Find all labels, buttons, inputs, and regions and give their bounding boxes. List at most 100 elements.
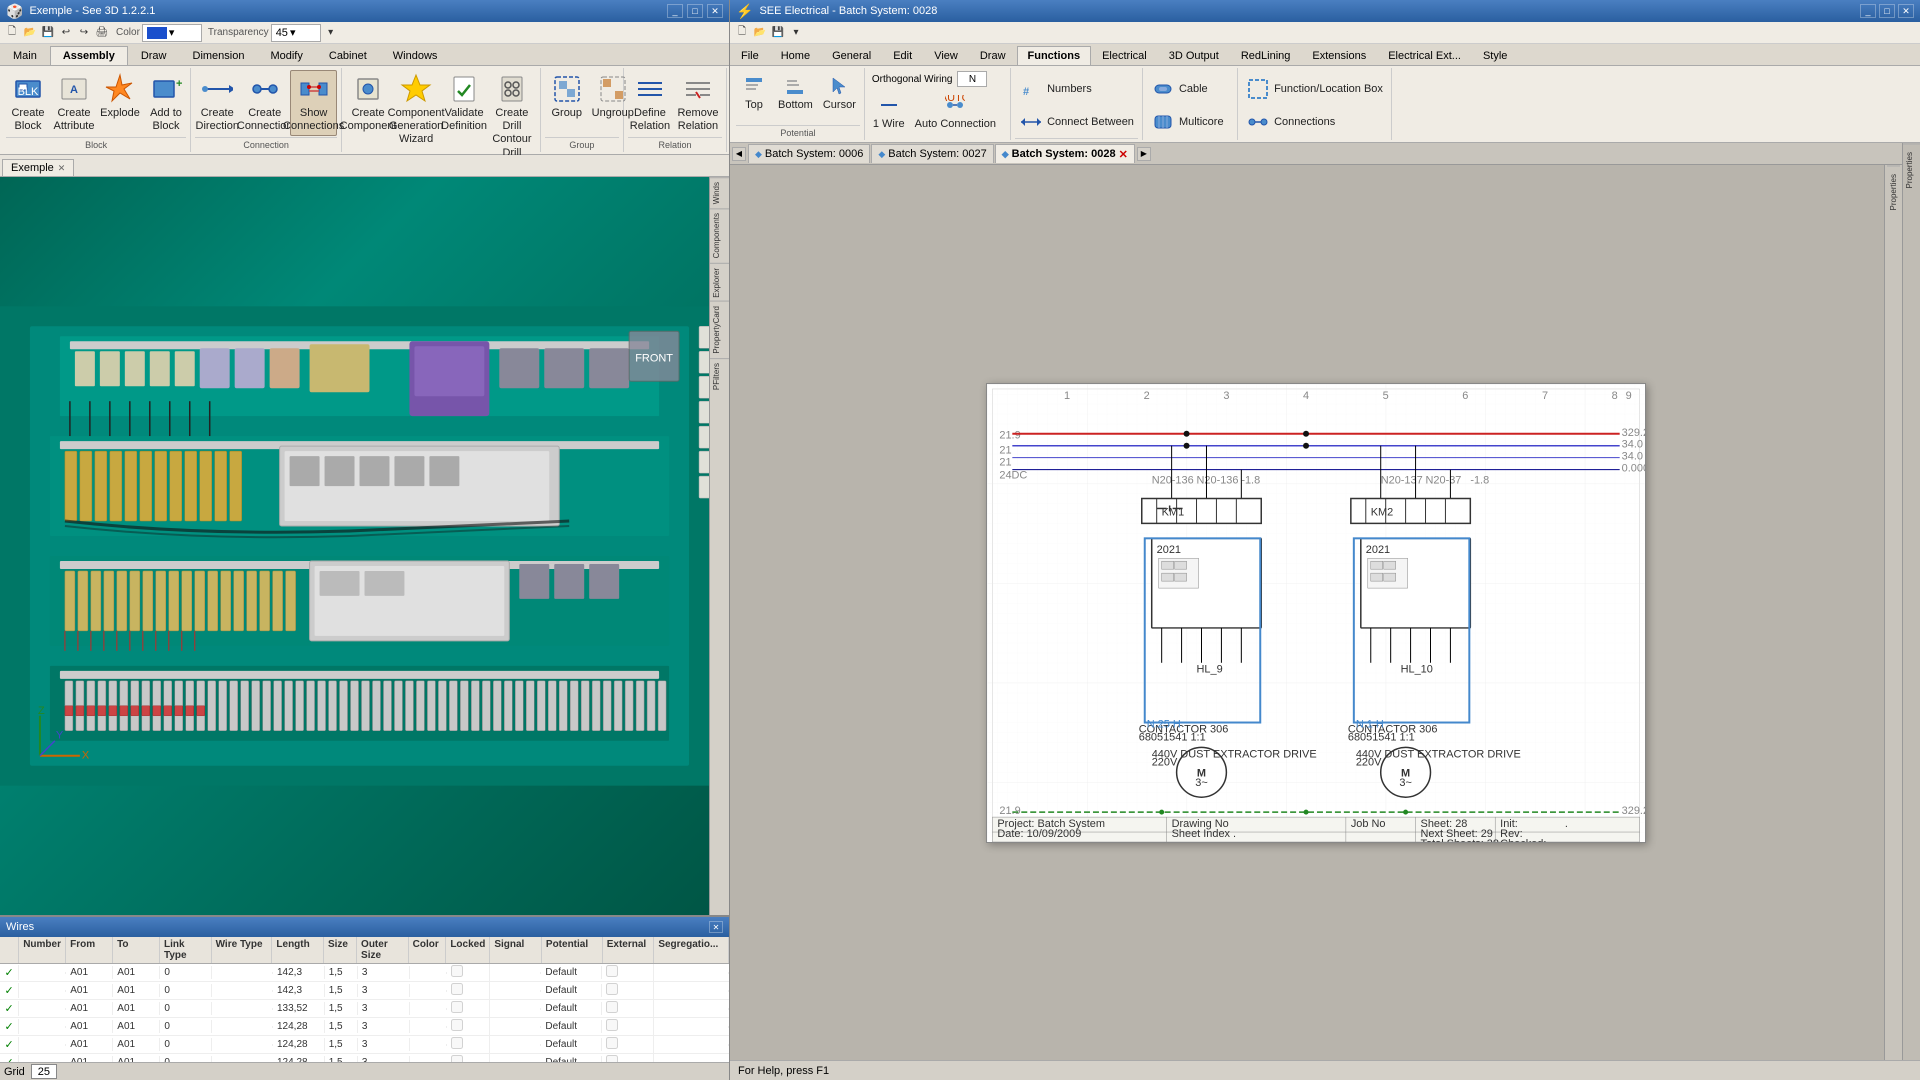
3-wires-btn[interactable]: 3 Wires: [869, 137, 914, 142]
remove-relation-btn[interactable]: Remove Relation: [674, 70, 722, 136]
schematic-paper[interactable]: 1 2 3 4 5 6 7 8 9 21.9 21: [986, 383, 1646, 843]
col-wiretype-header[interactable]: Wire Type: [212, 937, 273, 963]
right-tab-view[interactable]: View: [923, 46, 969, 65]
right-tab-electrical-ext...[interactable]: Electrical Ext...: [1377, 46, 1472, 65]
bottom-btn[interactable]: Bottom: [774, 71, 817, 115]
validate-definition-btn[interactable]: Validate Definition: [442, 70, 486, 136]
right-minimize-btn[interactable]: _: [1860, 4, 1876, 18]
schematic-area[interactable]: Properties: [730, 165, 1902, 1060]
side-tab-pfilters[interactable]: PFilters: [710, 358, 729, 394]
right-tab-extensions[interactable]: Extensions: [1301, 46, 1377, 65]
col-locked-header[interactable]: Locked: [446, 937, 490, 963]
ribbon-tab-assembly[interactable]: Assembly: [50, 46, 128, 65]
col-external-header[interactable]: External: [603, 937, 655, 963]
group-btn[interactable]: Group: [545, 70, 589, 123]
ribbon-tab-main[interactable]: Main: [0, 46, 50, 65]
numbers-btn[interactable]: # Numbers: [1015, 74, 1096, 105]
define-relation-btn[interactable]: Define Relation: [628, 70, 672, 136]
side-tab-property[interactable]: PropertyCard: [710, 301, 729, 358]
multicore-btn[interactable]: Multicore: [1147, 107, 1228, 138]
wire-rubber-btn[interactable]: Wire rubberband: [916, 137, 1006, 142]
col-potential-header[interactable]: Potential: [542, 937, 603, 963]
explode-btn[interactable]: Explode: [98, 70, 142, 123]
show-connections-btn[interactable]: Show Connections: [290, 70, 337, 136]
wires-row-0[interactable]: ✓ A01 A01 0 142,3 1,5 3 Default: [0, 964, 729, 982]
orth-wiring-value[interactable]: N: [957, 71, 987, 87]
maximize-btn[interactable]: □: [687, 4, 703, 18]
side-tab-components[interactable]: Components: [710, 208, 729, 262]
sheet-tab-0028-close[interactable]: ✕: [1119, 148, 1128, 161]
color-dropdown[interactable]: ▾: [142, 24, 202, 42]
col-size-header[interactable]: Size: [324, 937, 357, 963]
col-number-header[interactable]: Number: [19, 937, 66, 963]
direction-btn[interactable]: Direction: [1147, 140, 1226, 142]
right-tab-draw[interactable]: Draw: [969, 46, 1017, 65]
right-side-properties-tab[interactable]: Properties: [1903, 143, 1920, 196]
right-tab-functions[interactable]: Functions: [1017, 46, 1092, 65]
view-btn[interactable]: View: [1242, 140, 1302, 142]
qa-new[interactable]: 🗋: [4, 25, 20, 41]
wires-panel-close[interactable]: ✕: [709, 921, 723, 933]
right-tab-3d-output[interactable]: 3D Output: [1158, 46, 1230, 65]
component-wizard-btn[interactable]: Component Generation Wizard: [392, 70, 440, 150]
auto-conn-btn[interactable]: AUTO Auto Connection: [911, 90, 1000, 134]
qa-open[interactable]: 📂: [22, 25, 38, 41]
wires-row-4[interactable]: ✓ A01 A01 0 124,28 1,5 3 Default: [0, 1036, 729, 1054]
doc-tab-exemple[interactable]: Exemple ✕: [2, 159, 74, 176]
viewport-3d[interactable]: X Z Y FRONT Winds Components: [0, 177, 729, 915]
qa-redo[interactable]: ↪: [76, 25, 92, 41]
wires-row-5[interactable]: ✓ A01 A01 0 124,28 1,5 3 Default: [0, 1054, 729, 1062]
qa-undo[interactable]: ↩: [58, 25, 74, 41]
right-tab-edit[interactable]: Edit: [882, 46, 923, 65]
transparency-dropdown[interactable]: 45 ▾: [271, 24, 321, 42]
connect-between-btn[interactable]: Connect Between: [1015, 107, 1138, 138]
ribbon-tab-modify[interactable]: Modify: [257, 46, 315, 65]
minimize-btn[interactable]: _: [667, 4, 683, 18]
right-qa-new[interactable]: 🗋: [734, 25, 750, 41]
sheet-prev-btn[interactable]: ◀: [732, 147, 746, 161]
col-to-header[interactable]: To: [113, 937, 160, 963]
doc-tab-close[interactable]: ✕: [58, 163, 66, 174]
create-block-btn[interactable]: BLK Create Block: [6, 70, 50, 136]
col-outer-header[interactable]: Outer Size: [357, 937, 409, 963]
top-btn[interactable]: Top: [736, 71, 772, 115]
right-tab-home[interactable]: Home: [770, 46, 821, 65]
wires-row-2[interactable]: ✓ A01 A01 0 133,52 1,5 3 Default: [0, 1000, 729, 1018]
right-close-btn[interactable]: ✕: [1898, 4, 1914, 18]
right-tab-redlining[interactable]: RedLining: [1230, 46, 1302, 65]
ribbon-tab-draw[interactable]: Draw: [128, 46, 180, 65]
right-tab-file[interactable]: File: [730, 46, 770, 65]
wires-row-3[interactable]: ✓ A01 A01 0 124,28 1,5 3 Default: [0, 1018, 729, 1036]
create-component-btn[interactable]: Create Component: [346, 70, 390, 136]
right-qa-open[interactable]: 📂: [752, 25, 768, 41]
create-attribute-btn[interactable]: A Create Attribute: [52, 70, 96, 136]
cable-btn[interactable]: Cable: [1147, 74, 1212, 105]
qa-extra[interactable]: ▾: [323, 25, 339, 41]
add-to-block-btn[interactable]: + Add to Block: [144, 70, 188, 136]
close-btn[interactable]: ✕: [707, 4, 723, 18]
create-connection-btn[interactable]: Create Connection: [241, 70, 288, 136]
col-seg-header[interactable]: Segregatio...: [654, 937, 729, 963]
right-tab-general[interactable]: General: [821, 46, 882, 65]
ribbon-tab-dimension[interactable]: Dimension: [180, 46, 258, 65]
side-tab-explorer[interactable]: Explorer: [710, 263, 729, 302]
right-qa-arrow[interactable]: ▾: [788, 25, 804, 41]
col-color-header[interactable]: Color: [409, 937, 447, 963]
1-wire-btn[interactable]: 1 Wire: [869, 90, 909, 134]
side-tab-winds[interactable]: Winds: [710, 177, 729, 208]
right-qa-save[interactable]: 💾: [770, 25, 786, 41]
wires-row-1[interactable]: ✓ A01 A01 0 142,3 1,5 3 Default: [0, 982, 729, 1000]
right-side-properties[interactable]: Properties: [1887, 165, 1900, 218]
sheet-next-btn[interactable]: ▶: [1137, 147, 1151, 161]
qa-save[interactable]: 💾: [40, 25, 56, 41]
ribbon-tab-windows[interactable]: Windows: [380, 46, 451, 65]
qa-print[interactable]: 🖨: [94, 25, 110, 41]
ribbon-tab-cabinet[interactable]: Cabinet: [316, 46, 380, 65]
col-link-header[interactable]: Link Type: [160, 937, 212, 963]
right-tab-electrical[interactable]: Electrical: [1091, 46, 1158, 65]
right-restore-btn[interactable]: □: [1879, 4, 1895, 18]
col-length-header[interactable]: Length: [272, 937, 324, 963]
col-from-header[interactable]: From: [66, 937, 113, 963]
grid-value[interactable]: 25: [31, 1064, 57, 1079]
func-loc-box-btn[interactable]: Function/Location Box: [1242, 74, 1387, 105]
